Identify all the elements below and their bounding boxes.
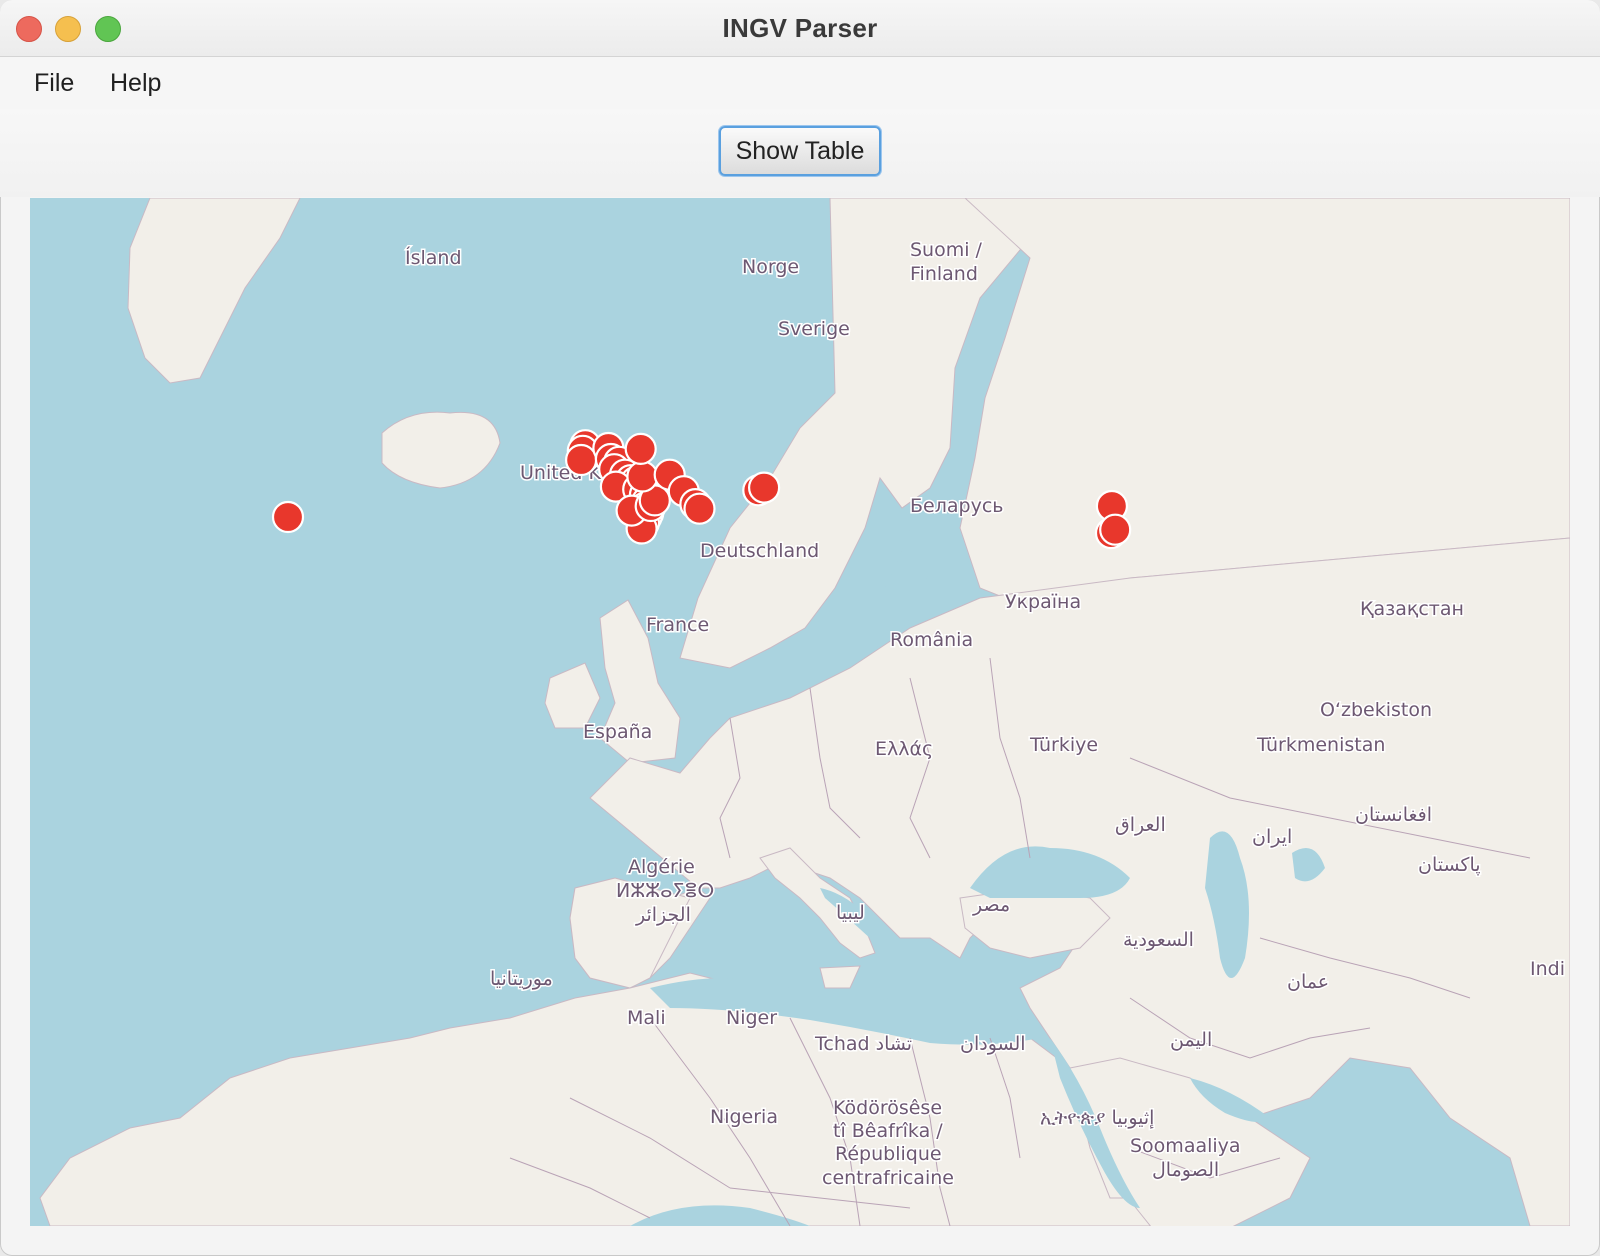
label-pakistan: پاکستان [1418, 854, 1481, 876]
label-greece: Ελλάς [875, 738, 933, 760]
label-suomi: Suomi / [910, 239, 983, 261]
app-window: INGV Parser File Help Show Table Ísland … [0, 0, 1600, 1256]
label-tchad: Tchad تشاد [814, 1033, 912, 1055]
label-afghanistan: افغانستان [1355, 804, 1432, 826]
label-somalia: Soomaaliya [1130, 1135, 1241, 1157]
label-romania: România [890, 629, 973, 651]
label-finland: Finland [910, 263, 978, 285]
label-mauritania: موريتانيا [490, 968, 553, 990]
label-turkmenistan: Türkmenistan [1256, 734, 1385, 756]
menu-help[interactable]: Help [110, 69, 161, 98]
label-india: Indi [1530, 958, 1565, 980]
label-algerie-arabic: الجزائر [635, 904, 691, 926]
label-mali: Mali [627, 1007, 666, 1029]
label-norge: Norge [742, 256, 799, 278]
earthquake-marker[interactable] [626, 460, 659, 493]
label-egypt: مصر [972, 894, 1010, 916]
earthquake-marker[interactable] [271, 500, 305, 534]
title-bar: INGV Parser [0, 0, 1600, 57]
label-iran: ایران [1252, 826, 1292, 848]
show-table-button[interactable]: Show Table [719, 126, 881, 176]
map-canvas[interactable]: Ísland Norge Suomi / Finland Sverige Uni… [30, 198, 1570, 1226]
map-view[interactable]: Ísland Norge Suomi / Finland Sverige Uni… [30, 198, 1570, 1226]
label-saudi: السعودية [1123, 929, 1194, 951]
label-france: France [646, 614, 709, 636]
earthquake-marker[interactable] [624, 432, 657, 465]
label-car-1: Ködörösêse [833, 1097, 942, 1119]
label-car-3: République [835, 1143, 942, 1165]
label-island: Ísland [405, 246, 462, 269]
label-turkiye: Türkiye [1029, 734, 1098, 756]
label-nigeria: Nigeria [710, 1106, 778, 1128]
label-niger: Niger [726, 1007, 777, 1029]
label-somalia-arabic: الصومال [1152, 1159, 1219, 1181]
label-sudan: السودان [960, 1033, 1026, 1055]
label-ethiopia: ኢትዮጵያ إثيوبيا [1040, 1107, 1154, 1130]
label-libya: ليبيا [836, 902, 865, 924]
label-belarus: Беларусь [910, 495, 1003, 517]
menu-bar: File Help [0, 57, 1600, 109]
label-ukraina: Україна [1005, 591, 1081, 613]
label-sverige: Sverige [778, 318, 850, 340]
label-algerie-tifinagh: ⵍⵣⵣⴰⵢⴻⵔ [616, 880, 714, 902]
label-uzbekistan: O‘zbekiston [1320, 699, 1432, 721]
window-title: INGV Parser [722, 13, 878, 43]
label-deutschland: Deutschland [700, 540, 819, 562]
earthquake-marker[interactable] [747, 471, 781, 504]
label-oman: عمان [1287, 971, 1329, 993]
earthquake-marker[interactable] [564, 443, 598, 477]
label-kazakhstan: Қазақстан [1360, 598, 1464, 620]
label-espana: España [583, 721, 652, 743]
label-car-2: tî Bêafrîka / [833, 1120, 943, 1142]
earthquake-marker[interactable] [683, 492, 716, 525]
label-algerie: Algérie [628, 856, 695, 878]
label-car-4: centrafricaine [822, 1167, 954, 1189]
label-iraq: العراق [1115, 814, 1166, 836]
menu-file[interactable]: File [34, 69, 74, 98]
label-yemen: اليمن [1170, 1029, 1212, 1051]
earthquake-marker[interactable] [1099, 513, 1132, 546]
